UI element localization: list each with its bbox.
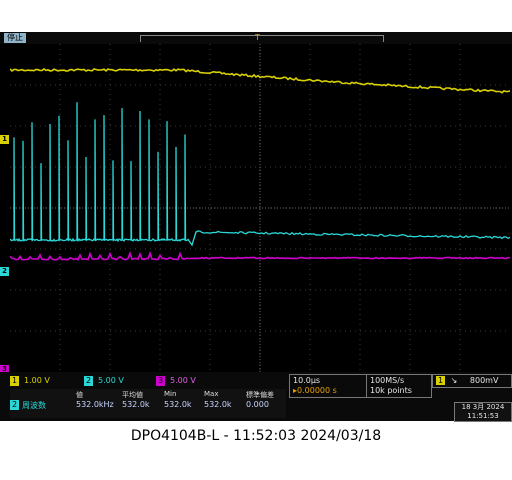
meas-min: 532.0k — [164, 400, 192, 409]
readout-panel: 1 1.00 V 2 5.00 V 3 5.00 V 2 周波数 値 平均値 M… — [0, 372, 512, 421]
timebase-scale: 10.0µs — [293, 376, 321, 385]
meas-max: 532.0k — [204, 400, 232, 409]
ch2-scale: 5.00 V — [98, 376, 124, 385]
measurement-table: 2 周波数 値 平均値 Min Max 標準偏差 532.0kHz 532.0k… — [10, 389, 286, 418]
ch1-ground-marker[interactable]: 1 — [0, 135, 9, 144]
trigger-slope-icon: ↘ — [450, 376, 458, 385]
ch3-badge[interactable]: 3 — [156, 376, 166, 386]
meas-header-value: 値 — [76, 391, 83, 399]
meas-value: 532.0kHz — [76, 400, 114, 409]
ch2-ground-marker[interactable]: 2 — [0, 267, 9, 276]
record-length: 10k points — [370, 386, 412, 395]
meas-stddev: 0.000 — [246, 400, 269, 409]
meas-header-stddev: 標準偏差 — [246, 391, 274, 399]
ch3-scale: 5.00 V — [170, 376, 196, 385]
acquisition-readout[interactable]: 100MS/s 10k points — [366, 374, 432, 398]
trigger-source-badge: 1 — [436, 376, 446, 385]
waveform-graticule — [10, 44, 510, 372]
trigger-position-icon: T — [255, 33, 260, 42]
capture-caption: DPO4104B-L - 11:52:03 2024/03/18 — [130, 428, 382, 444]
horizontal-readout[interactable]: 10.0µs ▸0.00000 s — [289, 374, 367, 398]
record-length-indicator — [140, 35, 384, 42]
meas-channel-badge: 2 — [10, 400, 20, 410]
trigger-position: ▸0.00000 s — [293, 386, 337, 395]
ch2-badge[interactable]: 2 — [84, 376, 94, 386]
oscilloscope-screen: 停止 T 1 2 3 1 1.00 V 2 5.00 V 3 5.00 V 2 … — [0, 32, 512, 422]
ch1-badge[interactable]: 1 — [10, 376, 20, 386]
top-status-bar: 停止 T — [0, 32, 512, 44]
meas-header-mean: 平均値 — [122, 391, 143, 399]
meas-mean: 532.0k — [122, 400, 150, 409]
trigger-readout[interactable]: 1 ↘ 800mV — [432, 374, 512, 388]
meas-header-min: Min — [164, 390, 177, 398]
meas-header-max: Max — [204, 390, 219, 398]
ch1-scale: 1.00 V — [24, 376, 50, 385]
date-line: 18 3月 2024 — [461, 403, 505, 411]
meas-name: 周波数 — [22, 401, 46, 410]
date-time-box: 18 3月 2024 11:51:53 — [454, 402, 512, 422]
trigger-level: 800mV — [469, 376, 499, 385]
time-line: 11:51:53 — [467, 412, 499, 420]
sample-rate: 100MS/s — [370, 376, 405, 385]
acquisition-status: 停止 — [4, 33, 26, 43]
